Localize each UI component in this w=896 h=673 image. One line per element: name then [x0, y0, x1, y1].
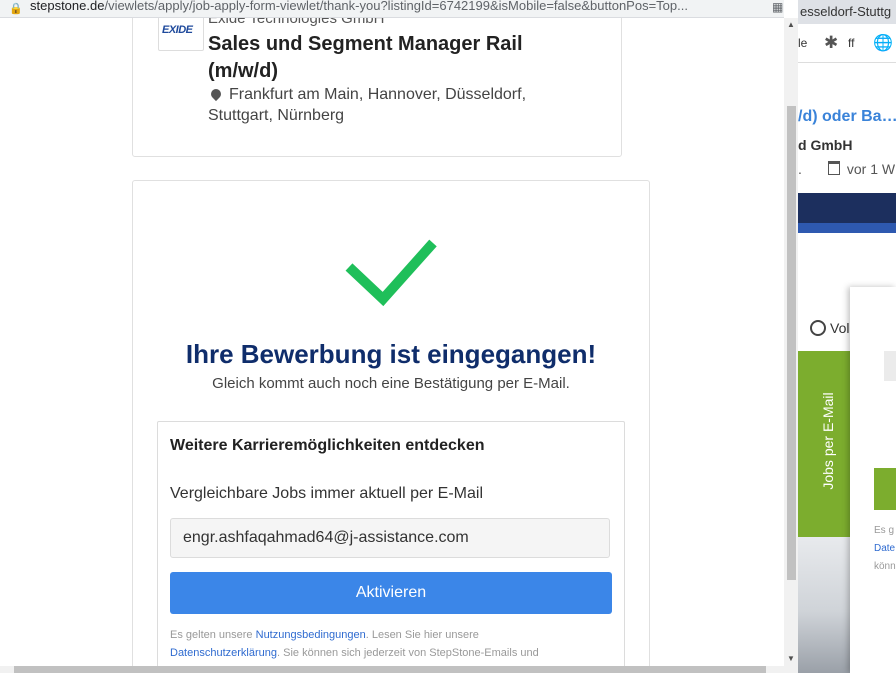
- bg-job-title[interactable]: /d) oder Ba…: [798, 108, 896, 126]
- bg-panel-link[interactable]: Date: [874, 543, 895, 554]
- bg-company: d GmbH: [798, 137, 853, 153]
- job-alert-heading: Weitere Karrieremöglichkeiten entdecken: [170, 437, 485, 454]
- bookmarks-bar: le ✱ ff 🌐: [798, 24, 896, 63]
- address-bar[interactable]: 🔒 stepstone.de/viewlets/apply/job-apply-…: [0, 0, 784, 18]
- globe-icon[interactable]: 🌐: [873, 33, 893, 53]
- activate-button[interactable]: Aktivieren: [170, 572, 612, 614]
- background-page: esseldorf-Stuttg le ✱ ff 🌐 /d) oder Ba… …: [798, 0, 896, 673]
- bg-panel-button[interactable]: [874, 468, 896, 510]
- company-name: Exide Technologies GmbH: [208, 18, 385, 27]
- apply-popup: EXIDE Exide Technologies GmbH Sales und …: [0, 18, 784, 666]
- calendar-icon: [827, 161, 840, 175]
- vertical-scrollbar[interactable]: ▲ ▼: [784, 18, 798, 666]
- scrollbar-thumb[interactable]: [787, 106, 796, 580]
- horizontal-scrollbar[interactable]: [0, 666, 798, 673]
- job-alert-box: Weitere Karrieremöglichkeiten entdecken …: [157, 421, 625, 666]
- bookmark-item[interactable]: le: [798, 36, 807, 50]
- bg-panel-input[interactable]: [884, 351, 896, 381]
- bg-overlay-panel: Es g Date könn: [850, 287, 896, 673]
- extension-icon[interactable]: ▦: [772, 0, 783, 14]
- horizontal-scrollbar-thumb[interactable]: [14, 666, 766, 673]
- checkmark-icon: [345, 239, 437, 307]
- scroll-up-icon[interactable]: ▲: [787, 20, 795, 29]
- job-title: Sales und Segment Manager Rail (m/w/d): [208, 33, 523, 82]
- scroll-down-icon[interactable]: ▼: [787, 654, 795, 663]
- confirmation-subline: Gleich kommt auch noch eine Bestätigung …: [212, 375, 570, 392]
- confirmation-card: Ihre Bewerbung ist eingegangen! Gleich k…: [132, 180, 650, 666]
- browser-tab[interactable]: esseldorf-Stuttg: [798, 0, 896, 24]
- bg-date: . vor 1 W: [798, 161, 896, 177]
- lock-icon: 🔒: [9, 3, 23, 15]
- jobs-per-email-tab[interactable]: Jobs per E-Mail: [798, 351, 850, 537]
- confirmation-headline: Ihre Bewerbung ist eingegangen!: [185, 339, 597, 369]
- company-logo: EXIDE: [158, 18, 204, 51]
- privacy-policy-link[interactable]: Datenschutzerklärung: [170, 647, 277, 659]
- job-alert-label: Vergleichbare Jobs immer aktuell per E-M…: [170, 485, 484, 502]
- url-text: stepstone.de/viewlets/apply/job-apply-fo…: [30, 0, 688, 13]
- job-location: Frankfurt am Main, Hannover, Düsseldorf,…: [208, 86, 527, 124]
- bg-panel-text: Es g: [874, 525, 895, 536]
- location-pin-icon: [208, 86, 224, 102]
- bg-blue-band: [798, 223, 896, 233]
- terms-text: Es gelten unsere Nutzungsbedingungen. Le…: [170, 629, 539, 659]
- bg-navy-band: [798, 193, 896, 223]
- bg-photo: [798, 537, 850, 673]
- email-field[interactable]: engr.ashfaqahmad64@j-assistance.com: [170, 518, 610, 558]
- job-card: EXIDE Exide Technologies GmbH Sales und …: [132, 18, 622, 157]
- terms-of-use-link[interactable]: Nutzungsbedingungen: [256, 629, 366, 641]
- bg-contract-type: Vol: [810, 320, 849, 336]
- clock-icon: [810, 320, 826, 336]
- asterisk-icon[interactable]: ✱: [824, 33, 838, 53]
- bookmark-item-ff[interactable]: ff: [848, 36, 854, 50]
- bg-panel-text-2: könn: [874, 561, 896, 572]
